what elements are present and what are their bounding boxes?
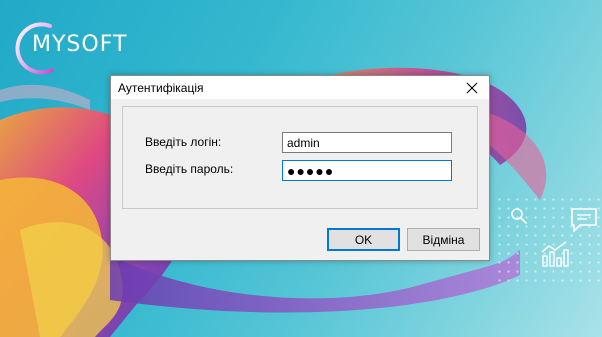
password-input[interactable] [282, 160, 452, 181]
logo-text: MYSOFT [32, 32, 128, 57]
password-label: Введіть пароль: [145, 162, 234, 176]
credentials-group: Введіть логін: Введіть пароль: [122, 106, 478, 209]
close-button[interactable] [455, 76, 489, 99]
search-icon [511, 208, 527, 224]
ok-button[interactable]: OK [327, 228, 400, 251]
dialog-titlebar[interactable]: Аутентифікація [111, 76, 489, 99]
login-input[interactable] [282, 132, 452, 153]
chat-icon [571, 208, 597, 232]
dialog-title: Аутентифікація [118, 81, 204, 95]
mysoft-logo: MYSOFT [8, 18, 158, 78]
authentication-dialog: Аутентифікація Введіть логін: Введіть па… [110, 75, 490, 261]
cancel-button[interactable]: Відміна [407, 228, 480, 251]
close-icon [466, 82, 478, 93]
bar-chart-icon [541, 241, 569, 267]
login-label: Введіть логін: [145, 135, 222, 149]
